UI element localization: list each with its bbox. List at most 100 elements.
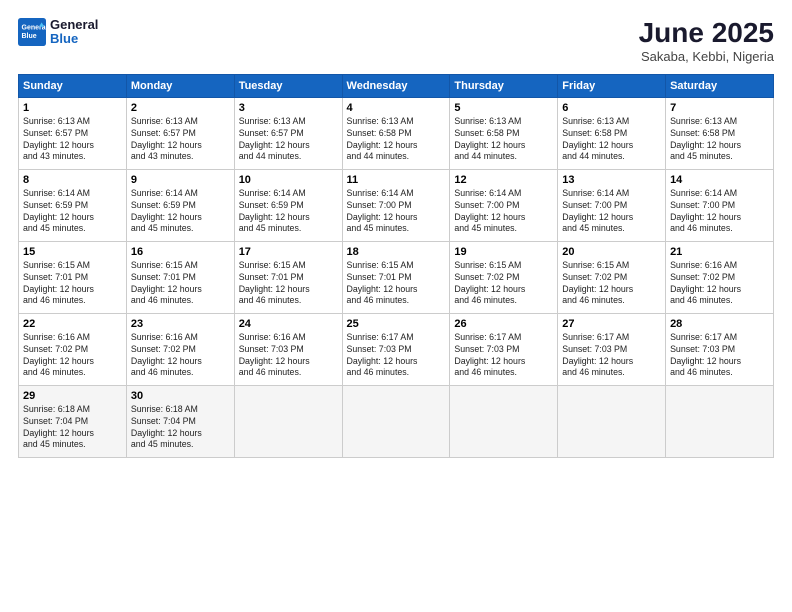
calendar-week-row: 29 Sunrise: 6:18 AMSunset: 7:04 PMDaylig… bbox=[19, 385, 774, 457]
day-detail: Sunrise: 6:13 AMSunset: 6:58 PMDaylight:… bbox=[670, 116, 741, 162]
calendar-header-row: SundayMondayTuesdayWednesdayThursdayFrid… bbox=[19, 74, 774, 97]
day-detail: Sunrise: 6:17 AMSunset: 7:03 PMDaylight:… bbox=[562, 332, 633, 378]
day-detail: Sunrise: 6:17 AMSunset: 7:03 PMDaylight:… bbox=[347, 332, 418, 378]
day-number: 20 bbox=[562, 246, 661, 258]
day-number: 27 bbox=[562, 318, 661, 330]
day-detail: Sunrise: 6:17 AMSunset: 7:03 PMDaylight:… bbox=[454, 332, 525, 378]
logo-text-blue: Blue bbox=[50, 32, 98, 46]
day-number: 24 bbox=[239, 318, 338, 330]
subtitle: Sakaba, Kebbi, Nigeria bbox=[639, 49, 774, 64]
day-number: 11 bbox=[347, 174, 446, 186]
day-detail: Sunrise: 6:13 AMSunset: 6:58 PMDaylight:… bbox=[454, 116, 525, 162]
title-block: June 2025 Sakaba, Kebbi, Nigeria bbox=[639, 18, 774, 64]
calendar-cell: 19 Sunrise: 6:15 AMSunset: 7:02 PMDaylig… bbox=[450, 241, 558, 313]
calendar-cell: 29 Sunrise: 6:18 AMSunset: 7:04 PMDaylig… bbox=[19, 385, 127, 457]
calendar-table: SundayMondayTuesdayWednesdayThursdayFrid… bbox=[18, 74, 774, 458]
day-detail: Sunrise: 6:15 AMSunset: 7:01 PMDaylight:… bbox=[131, 260, 202, 306]
calendar-cell: 11 Sunrise: 6:14 AMSunset: 7:00 PMDaylig… bbox=[342, 169, 450, 241]
day-number: 28 bbox=[670, 318, 769, 330]
day-number: 13 bbox=[562, 174, 661, 186]
calendar-cell: 27 Sunrise: 6:17 AMSunset: 7:03 PMDaylig… bbox=[558, 313, 666, 385]
calendar-cell: 21 Sunrise: 6:16 AMSunset: 7:02 PMDaylig… bbox=[666, 241, 774, 313]
calendar-cell: 28 Sunrise: 6:17 AMSunset: 7:03 PMDaylig… bbox=[666, 313, 774, 385]
day-number: 5 bbox=[454, 102, 553, 114]
calendar-header-tuesday: Tuesday bbox=[234, 74, 342, 97]
day-number: 19 bbox=[454, 246, 553, 258]
day-detail: Sunrise: 6:13 AMSunset: 6:57 PMDaylight:… bbox=[131, 116, 202, 162]
calendar-cell bbox=[558, 385, 666, 457]
calendar-week-row: 1 Sunrise: 6:13 AMSunset: 6:57 PMDayligh… bbox=[19, 97, 774, 169]
calendar-cell: 30 Sunrise: 6:18 AMSunset: 7:04 PMDaylig… bbox=[126, 385, 234, 457]
day-number: 16 bbox=[131, 246, 230, 258]
calendar-cell: 14 Sunrise: 6:14 AMSunset: 7:00 PMDaylig… bbox=[666, 169, 774, 241]
day-number: 18 bbox=[347, 246, 446, 258]
header: General Blue General Blue June 2025 Saka… bbox=[18, 18, 774, 64]
day-detail: Sunrise: 6:14 AMSunset: 7:00 PMDaylight:… bbox=[347, 188, 418, 234]
day-number: 29 bbox=[23, 390, 122, 402]
day-number: 12 bbox=[454, 174, 553, 186]
day-detail: Sunrise: 6:15 AMSunset: 7:01 PMDaylight:… bbox=[23, 260, 94, 306]
main-title: June 2025 bbox=[639, 18, 774, 49]
day-detail: Sunrise: 6:13 AMSunset: 6:57 PMDaylight:… bbox=[239, 116, 310, 162]
calendar-cell: 22 Sunrise: 6:16 AMSunset: 7:02 PMDaylig… bbox=[19, 313, 127, 385]
calendar-cell: 12 Sunrise: 6:14 AMSunset: 7:00 PMDaylig… bbox=[450, 169, 558, 241]
day-detail: Sunrise: 6:15 AMSunset: 7:01 PMDaylight:… bbox=[347, 260, 418, 306]
calendar-cell: 20 Sunrise: 6:15 AMSunset: 7:02 PMDaylig… bbox=[558, 241, 666, 313]
logo-icon: General Blue bbox=[18, 18, 46, 46]
day-detail: Sunrise: 6:15 AMSunset: 7:02 PMDaylight:… bbox=[562, 260, 633, 306]
day-number: 17 bbox=[239, 246, 338, 258]
day-detail: Sunrise: 6:13 AMSunset: 6:58 PMDaylight:… bbox=[347, 116, 418, 162]
calendar-cell bbox=[234, 385, 342, 457]
calendar-cell: 4 Sunrise: 6:13 AMSunset: 6:58 PMDayligh… bbox=[342, 97, 450, 169]
day-number: 10 bbox=[239, 174, 338, 186]
day-number: 7 bbox=[670, 102, 769, 114]
calendar-cell: 6 Sunrise: 6:13 AMSunset: 6:58 PMDayligh… bbox=[558, 97, 666, 169]
day-detail: Sunrise: 6:18 AMSunset: 7:04 PMDaylight:… bbox=[23, 404, 94, 450]
calendar-cell: 15 Sunrise: 6:15 AMSunset: 7:01 PMDaylig… bbox=[19, 241, 127, 313]
calendar-cell: 3 Sunrise: 6:13 AMSunset: 6:57 PMDayligh… bbox=[234, 97, 342, 169]
calendar-cell: 1 Sunrise: 6:13 AMSunset: 6:57 PMDayligh… bbox=[19, 97, 127, 169]
calendar-cell: 10 Sunrise: 6:14 AMSunset: 6:59 PMDaylig… bbox=[234, 169, 342, 241]
calendar-cell: 17 Sunrise: 6:15 AMSunset: 7:01 PMDaylig… bbox=[234, 241, 342, 313]
calendar-cell bbox=[342, 385, 450, 457]
calendar-cell: 9 Sunrise: 6:14 AMSunset: 6:59 PMDayligh… bbox=[126, 169, 234, 241]
day-number: 15 bbox=[23, 246, 122, 258]
calendar-cell: 16 Sunrise: 6:15 AMSunset: 7:01 PMDaylig… bbox=[126, 241, 234, 313]
day-number: 26 bbox=[454, 318, 553, 330]
calendar-header-wednesday: Wednesday bbox=[342, 74, 450, 97]
day-number: 1 bbox=[23, 102, 122, 114]
day-number: 8 bbox=[23, 174, 122, 186]
calendar-cell: 8 Sunrise: 6:14 AMSunset: 6:59 PMDayligh… bbox=[19, 169, 127, 241]
day-detail: Sunrise: 6:14 AMSunset: 7:00 PMDaylight:… bbox=[670, 188, 741, 234]
calendar-cell: 2 Sunrise: 6:13 AMSunset: 6:57 PMDayligh… bbox=[126, 97, 234, 169]
calendar-week-row: 15 Sunrise: 6:15 AMSunset: 7:01 PMDaylig… bbox=[19, 241, 774, 313]
day-detail: Sunrise: 6:16 AMSunset: 7:03 PMDaylight:… bbox=[239, 332, 310, 378]
calendar-week-row: 8 Sunrise: 6:14 AMSunset: 6:59 PMDayligh… bbox=[19, 169, 774, 241]
day-detail: Sunrise: 6:14 AMSunset: 6:59 PMDaylight:… bbox=[131, 188, 202, 234]
calendar-cell: 26 Sunrise: 6:17 AMSunset: 7:03 PMDaylig… bbox=[450, 313, 558, 385]
day-number: 9 bbox=[131, 174, 230, 186]
calendar-cell: 13 Sunrise: 6:14 AMSunset: 7:00 PMDaylig… bbox=[558, 169, 666, 241]
day-detail: Sunrise: 6:13 AMSunset: 6:58 PMDaylight:… bbox=[562, 116, 633, 162]
day-number: 4 bbox=[347, 102, 446, 114]
calendar-cell: 24 Sunrise: 6:16 AMSunset: 7:03 PMDaylig… bbox=[234, 313, 342, 385]
day-detail: Sunrise: 6:13 AMSunset: 6:57 PMDaylight:… bbox=[23, 116, 94, 162]
calendar-header-saturday: Saturday bbox=[666, 74, 774, 97]
calendar-header-friday: Friday bbox=[558, 74, 666, 97]
day-number: 22 bbox=[23, 318, 122, 330]
logo-text-general: General bbox=[50, 18, 98, 32]
day-detail: Sunrise: 6:15 AMSunset: 7:02 PMDaylight:… bbox=[454, 260, 525, 306]
day-detail: Sunrise: 6:16 AMSunset: 7:02 PMDaylight:… bbox=[131, 332, 202, 378]
day-detail: Sunrise: 6:17 AMSunset: 7:03 PMDaylight:… bbox=[670, 332, 741, 378]
day-number: 14 bbox=[670, 174, 769, 186]
calendar-cell bbox=[666, 385, 774, 457]
svg-text:Blue: Blue bbox=[22, 33, 37, 40]
day-number: 25 bbox=[347, 318, 446, 330]
calendar-header-sunday: Sunday bbox=[19, 74, 127, 97]
calendar-header-monday: Monday bbox=[126, 74, 234, 97]
calendar-cell: 7 Sunrise: 6:13 AMSunset: 6:58 PMDayligh… bbox=[666, 97, 774, 169]
day-detail: Sunrise: 6:14 AMSunset: 7:00 PMDaylight:… bbox=[562, 188, 633, 234]
day-number: 23 bbox=[131, 318, 230, 330]
day-number: 21 bbox=[670, 246, 769, 258]
page: General Blue General Blue June 2025 Saka… bbox=[0, 0, 792, 612]
